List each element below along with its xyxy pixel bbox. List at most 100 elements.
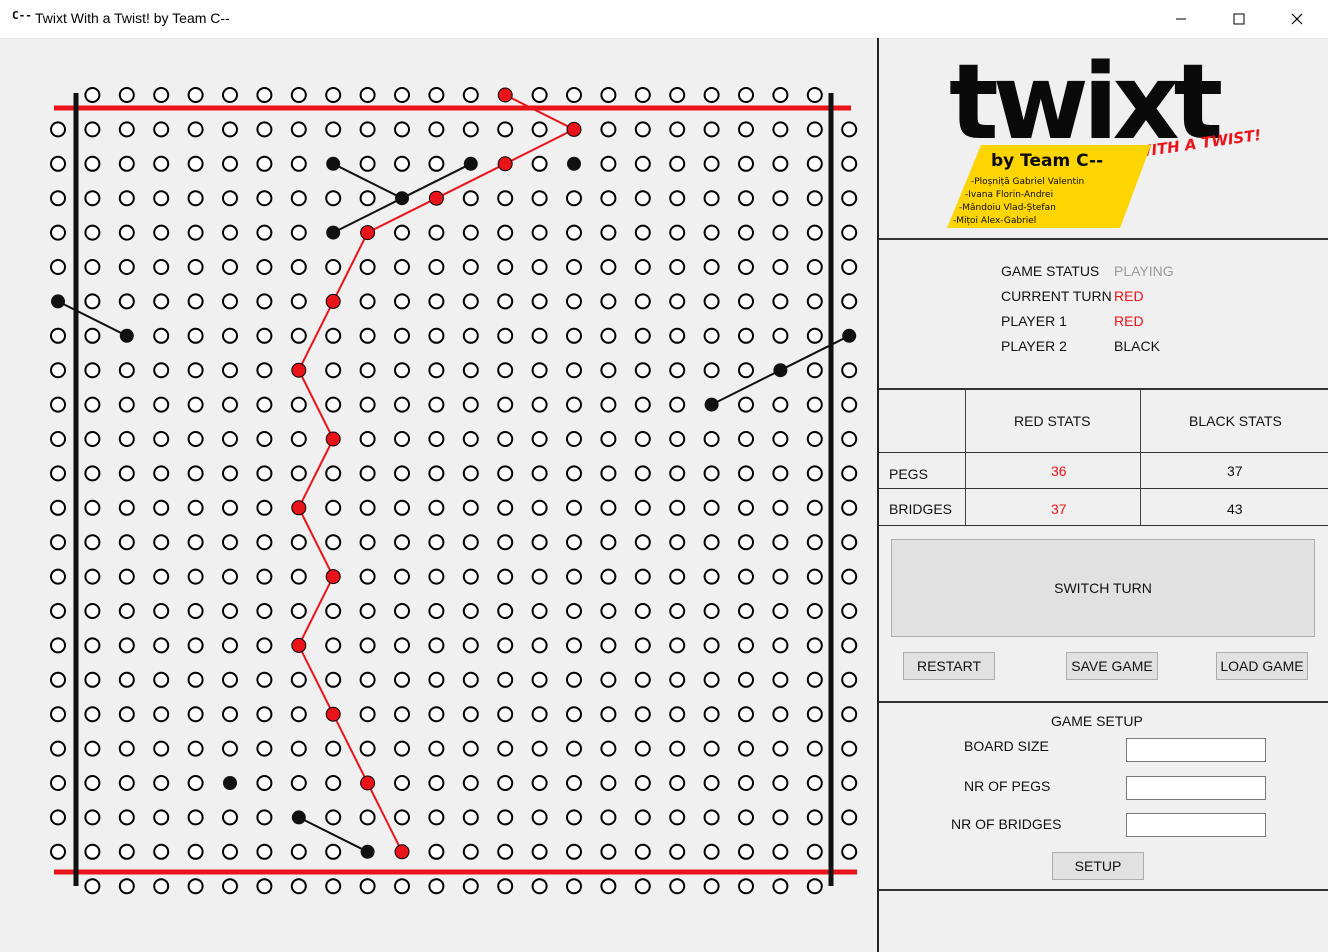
board-hole[interactable] <box>153 155 170 172</box>
board-hole[interactable] <box>222 706 238 723</box>
board-hole[interactable] <box>50 706 66 723</box>
board-hole[interactable] <box>153 878 170 895</box>
board-hole[interactable] <box>118 740 135 757</box>
board-hole[interactable] <box>256 327 273 344</box>
board-hole[interactable] <box>84 327 101 344</box>
board-hole[interactable] <box>153 671 170 688</box>
board-hole[interactable] <box>497 121 514 138</box>
board-hole[interactable] <box>325 121 342 138</box>
board-hole[interactable] <box>600 809 617 826</box>
board-hole[interactable] <box>531 603 548 619</box>
board-hole[interactable] <box>325 878 342 895</box>
board-hole[interactable] <box>634 534 651 551</box>
board-hole[interactable] <box>462 740 479 757</box>
board-hole[interactable] <box>84 259 101 275</box>
board-hole[interactable] <box>394 740 410 757</box>
board-hole[interactable] <box>256 121 273 138</box>
board-hole[interactable] <box>738 843 754 860</box>
switch-turn-button[interactable]: SWITCH TURN <box>891 539 1315 637</box>
red-peg[interactable] <box>360 225 376 241</box>
board-hole[interactable] <box>531 155 548 172</box>
board-hole[interactable] <box>703 327 720 344</box>
board-hole[interactable] <box>669 87 686 103</box>
board-hole[interactable] <box>531 293 548 310</box>
board-hole[interactable] <box>256 637 273 654</box>
board-hole[interactable] <box>84 706 101 723</box>
board-hole[interactable] <box>394 431 410 447</box>
board-hole[interactable] <box>428 155 445 172</box>
board-hole[interactable] <box>84 568 101 585</box>
board-hole[interactable] <box>222 87 238 103</box>
board-hole[interactable] <box>394 465 410 482</box>
board-hole[interactable] <box>600 465 617 482</box>
board-hole[interactable] <box>841 431 858 447</box>
board-hole[interactable] <box>497 603 514 619</box>
board-hole[interactable] <box>772 499 789 516</box>
board-hole[interactable] <box>290 878 307 895</box>
board-hole[interactable] <box>187 190 204 207</box>
board-hole[interactable] <box>738 121 754 138</box>
board-hole[interactable] <box>669 843 686 860</box>
board-hole[interactable] <box>462 87 479 103</box>
board-hole[interactable] <box>325 327 342 344</box>
board-hole[interactable] <box>84 775 101 791</box>
board-hole[interactable] <box>772 259 789 275</box>
board-hole[interactable] <box>256 671 273 688</box>
board-hole[interactable] <box>222 155 238 172</box>
board-hole[interactable] <box>50 190 66 207</box>
board-hole[interactable] <box>325 259 342 275</box>
board-hole[interactable] <box>153 293 170 310</box>
board-hole[interactable] <box>634 603 651 619</box>
board-hole[interactable] <box>462 499 479 516</box>
board-hole[interactable] <box>497 809 514 826</box>
board-hole[interactable] <box>462 224 479 241</box>
board-hole[interactable] <box>703 259 720 275</box>
board-hole[interactable] <box>566 809 582 826</box>
board-hole[interactable] <box>669 671 686 688</box>
save-game-button[interactable]: SAVE GAME <box>1066 652 1158 680</box>
minimize-button[interactable] <box>1152 0 1210 38</box>
board-hole[interactable] <box>325 396 342 413</box>
board-hole[interactable] <box>738 259 754 275</box>
board-hole[interactable] <box>566 190 582 207</box>
board-hole[interactable] <box>497 362 514 379</box>
board-hole[interactable] <box>841 465 858 482</box>
board-hole[interactable] <box>153 775 170 791</box>
board-hole[interactable] <box>222 568 238 585</box>
board-hole[interactable] <box>703 603 720 619</box>
board-hole[interactable] <box>187 224 204 241</box>
board-hole[interactable] <box>806 499 823 516</box>
board-hole[interactable] <box>428 775 445 791</box>
board-hole[interactable] <box>428 534 445 551</box>
board-hole[interactable] <box>497 637 514 654</box>
board-hole[interactable] <box>669 568 686 585</box>
board-hole[interactable] <box>497 534 514 551</box>
board-hole[interactable] <box>772 671 789 688</box>
board-hole[interactable] <box>566 396 582 413</box>
board-hole[interactable] <box>290 706 307 723</box>
board-hole[interactable] <box>566 568 582 585</box>
board-hole[interactable] <box>256 465 273 482</box>
board-hole[interactable] <box>566 706 582 723</box>
board-hole[interactable] <box>738 809 754 826</box>
board-hole[interactable] <box>669 706 686 723</box>
board-hole[interactable] <box>84 190 101 207</box>
board-hole[interactable] <box>841 499 858 516</box>
board-hole[interactable] <box>497 775 514 791</box>
board-hole[interactable] <box>497 431 514 447</box>
board-hole[interactable] <box>600 603 617 619</box>
board-hole[interactable] <box>222 190 238 207</box>
board-hole[interactable] <box>703 843 720 860</box>
board-hole[interactable] <box>806 568 823 585</box>
board-hole[interactable] <box>634 465 651 482</box>
board-hole[interactable] <box>703 87 720 103</box>
board-hole[interactable] <box>187 327 204 344</box>
black-peg[interactable] <box>463 156 478 171</box>
board-hole[interactable] <box>806 190 823 207</box>
board-hole[interactable] <box>669 224 686 241</box>
board-hole[interactable] <box>394 259 410 275</box>
board-hole[interactable] <box>841 534 858 551</box>
board-hole[interactable] <box>634 259 651 275</box>
board-hole[interactable] <box>290 155 307 172</box>
board-hole[interactable] <box>600 293 617 310</box>
